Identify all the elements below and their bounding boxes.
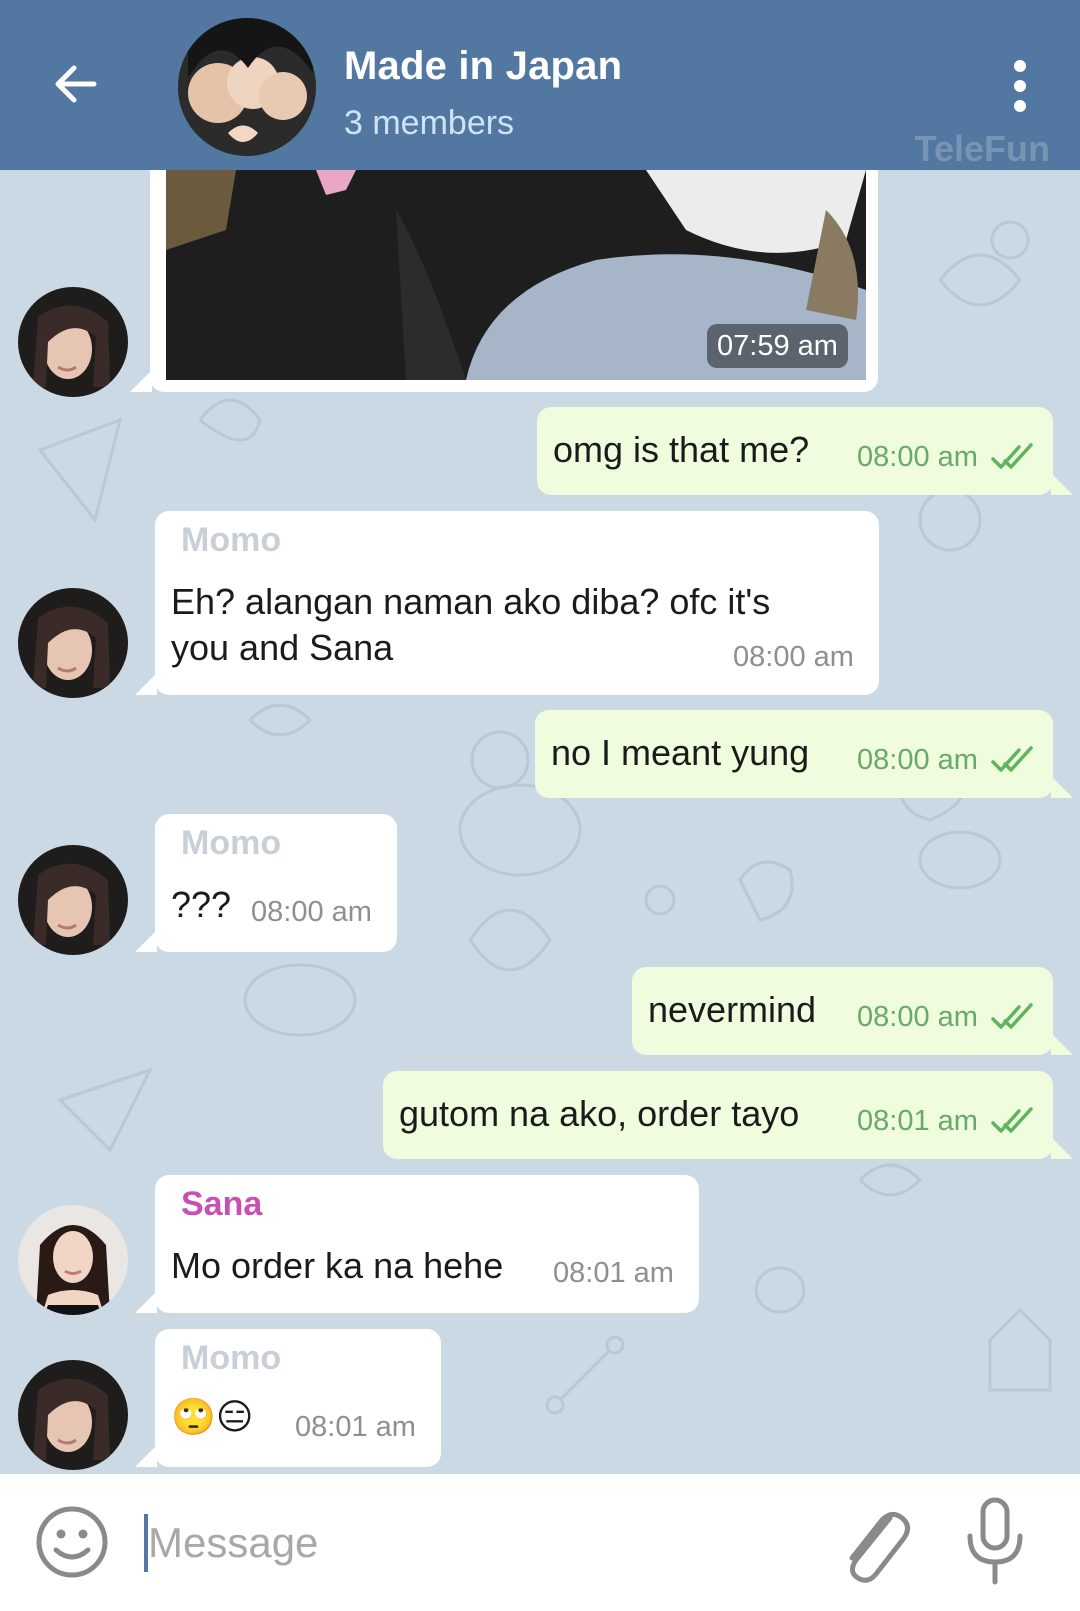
message-text-line1: Eh? alangan naman ako diba? ofc it's (171, 581, 771, 622)
read-checkmarks-icon (991, 746, 1033, 772)
message-text: Mo order ka na hehe (171, 1245, 504, 1286)
read-checkmarks-icon (991, 443, 1033, 469)
emoji-icon[interactable] (34, 1504, 110, 1580)
message-time: 08:00 am (857, 441, 978, 473)
message-outgoing[interactable]: no I meant yung 08:00 am (535, 710, 1073, 798)
more-options-icon[interactable] (1004, 58, 1036, 114)
message-time: 08:01 am (553, 1257, 674, 1289)
message-time: 08:01 am (295, 1411, 416, 1443)
message-incoming[interactable]: Momo 🙄😑 08:01 am (135, 1329, 441, 1467)
message-text: omg is that me? (553, 429, 810, 470)
message-text: ??? (171, 884, 232, 925)
back-arrow-icon[interactable] (48, 56, 104, 112)
chat-header: Made in Japan 3 members TeleFun (0, 0, 1080, 170)
message-text-line2: you and Sana (171, 627, 394, 668)
avatar-sana[interactable] (18, 1205, 128, 1315)
avatar-momo[interactable] (18, 287, 128, 397)
message-input-bar (0, 1474, 1080, 1611)
message-outgoing[interactable]: omg is that me? 08:00 am (537, 407, 1073, 495)
message-time: 08:00 am (857, 1001, 978, 1033)
message-time: 08:00 am (733, 641, 854, 673)
members-count[interactable]: 3 members (344, 104, 514, 143)
message-incoming[interactable]: Momo Eh? alangan naman ako diba? ofc it'… (135, 511, 879, 695)
photo-time-badge: 07:59 am (707, 324, 848, 368)
message-outgoing[interactable]: nevermind 08:00 am (632, 967, 1073, 1055)
group-avatar[interactable] (178, 18, 316, 156)
message-time: 08:00 am (251, 896, 372, 928)
message-text-emoji: 🙄😑 (171, 1397, 254, 1438)
message-incoming[interactable]: Sana Mo order ka na hehe 08:01 am (135, 1175, 699, 1313)
message-text: no I meant yung (551, 732, 810, 773)
avatar-momo[interactable] (18, 1360, 128, 1470)
sender-name[interactable]: Momo (181, 521, 281, 560)
message-time: 08:01 am (857, 1105, 978, 1137)
message-text: gutom na ako, order tayo (399, 1093, 800, 1134)
photo-message[interactable]: 07:59 am (130, 150, 878, 392)
read-checkmarks-icon (991, 1107, 1033, 1133)
message-time: 08:00 am (857, 744, 978, 776)
avatar-momo[interactable] (18, 588, 128, 698)
sender-name[interactable]: Momo (181, 1339, 281, 1378)
read-checkmarks-icon (991, 1003, 1033, 1029)
chat-title[interactable]: Made in Japan (344, 44, 622, 89)
message-input[interactable] (146, 1510, 790, 1576)
watermark: TeleFun (914, 128, 1050, 169)
avatar-momo[interactable] (18, 845, 128, 955)
sender-name[interactable]: Momo (181, 824, 281, 863)
message-outgoing[interactable]: gutom na ako, order tayo 08:01 am (383, 1071, 1073, 1159)
message-incoming[interactable]: Momo ??? 08:00 am (135, 814, 397, 952)
microphone-icon[interactable] (960, 1496, 1030, 1588)
photo-time: 07:59 am (717, 330, 838, 362)
attach-paperclip-icon[interactable] (832, 1498, 912, 1588)
message-text: nevermind (648, 989, 817, 1030)
sender-name[interactable]: Sana (181, 1185, 262, 1224)
